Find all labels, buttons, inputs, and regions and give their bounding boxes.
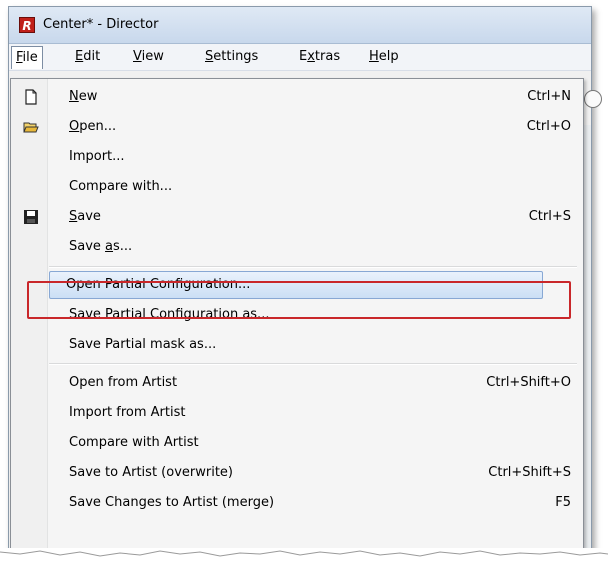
menu-item-save-partial-mask-as[interactable]: Save Partial mask as...	[13, 330, 579, 360]
menu-view[interactable]: View	[131, 48, 166, 66]
menu-item-save-changes-to-artist[interactable]: Save Changes to Artist (merge) F5	[13, 488, 579, 518]
menu-item-open[interactable]: Open... Ctrl+O	[13, 112, 579, 142]
menu-item-compare-with-artist[interactable]: Compare with Artist	[13, 428, 579, 458]
file-menu-dropdown: New Ctrl+N Open... Ctrl+O Import... Comp…	[10, 78, 584, 560]
menu-item-save[interactable]: Save Ctrl+S	[13, 202, 579, 232]
shortcut-label: Ctrl+Shift+O	[486, 375, 571, 390]
menu-item-open-from-artist[interactable]: Open from Artist Ctrl+Shift+O	[13, 368, 579, 398]
menu-item-compare-with[interactable]: Compare with...	[13, 172, 579, 202]
title-bar: R Center* - Director	[9, 7, 591, 44]
menu-separator-highlight	[49, 364, 577, 365]
open-folder-icon	[23, 122, 39, 133]
toolbar-round-icon[interactable]	[584, 90, 602, 108]
shortcut-label: Ctrl+S	[528, 209, 571, 224]
window-title: Center* - Director	[43, 17, 159, 32]
callout-highlight-box	[27, 281, 571, 319]
menu-item-new[interactable]: New Ctrl+N	[13, 82, 579, 112]
menu-separator-highlight	[49, 267, 577, 268]
shortcut-label: Ctrl+O	[526, 119, 571, 134]
shortcut-label: Ctrl+N	[527, 89, 571, 104]
shortcut-label: Ctrl+Shift+S	[488, 465, 571, 480]
menu-file[interactable]: File	[11, 46, 43, 69]
menu-bar: File Edit View Settings Extras Help	[9, 44, 591, 71]
menu-help[interactable]: Help	[367, 48, 401, 66]
menu-item-save-as[interactable]: Save as...	[13, 232, 579, 262]
menu-extras[interactable]: Extras	[297, 48, 342, 66]
menu-item-import-from-artist[interactable]: Import from Artist	[13, 398, 579, 428]
new-document-icon	[25, 89, 37, 105]
menu-item-save-to-artist[interactable]: Save to Artist (overwrite) Ctrl+Shift+S	[13, 458, 579, 488]
save-disk-icon	[24, 210, 38, 224]
menu-settings[interactable]: Settings	[203, 48, 260, 66]
app-logo-icon: R	[19, 17, 35, 33]
menu-item-import[interactable]: Import...	[13, 142, 579, 172]
torn-edge-decoration	[0, 548, 608, 568]
shortcut-label: F5	[555, 495, 571, 510]
menu-edit[interactable]: Edit	[73, 48, 102, 66]
